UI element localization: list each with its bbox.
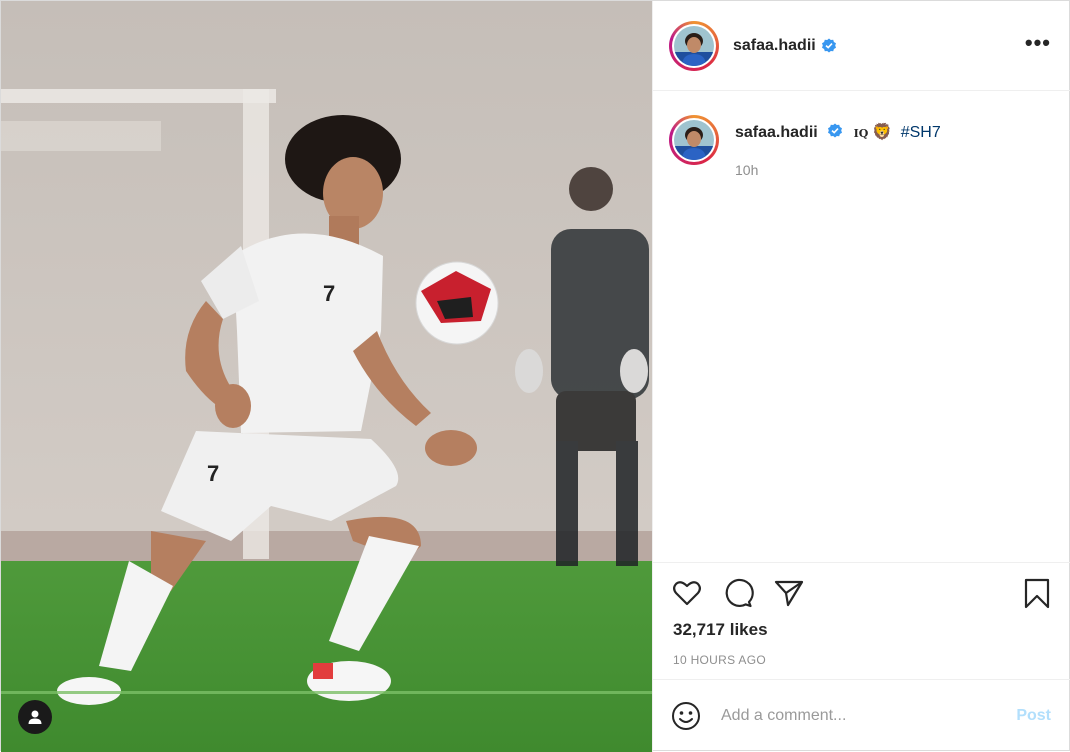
caption-hashtag[interactable]: #SH7 xyxy=(901,124,941,141)
caption-avatar xyxy=(674,120,714,160)
comment-input[interactable] xyxy=(719,706,1017,726)
post-timestamp: 10 HOURS AGO xyxy=(673,653,766,667)
post-comment-button[interactable]: Post xyxy=(1016,707,1051,725)
post-photo[interactable]: 7 7 xyxy=(1,1,652,752)
caption-verified-badge-icon xyxy=(827,123,843,139)
caption-time: 10h xyxy=(735,162,759,178)
caption-body: safaa.hadii IQ 🦁 #SH7 10h xyxy=(735,123,941,179)
share-icon[interactable] xyxy=(773,577,805,609)
verified-badge-icon xyxy=(821,38,837,54)
more-options-icon[interactable]: ••• xyxy=(1025,32,1051,54)
avatar xyxy=(674,25,714,66)
post-photo-art: 7 7 xyxy=(1,1,652,752)
action-icons xyxy=(653,563,1070,625)
post-container: 7 7 safaa.hadii ••• safaa.hadii IQ 🦁 #SH… xyxy=(0,0,1070,752)
user-tag-icon[interactable] xyxy=(18,700,52,734)
likes-count[interactable]: 32,717 likes xyxy=(673,620,768,640)
post-sidebar: safaa.hadii ••• safaa.hadii IQ 🦁 #SH7 10… xyxy=(652,1,1070,752)
svg-text:7: 7 xyxy=(207,461,219,486)
avatar-ring[interactable] xyxy=(669,20,719,71)
caption: safaa.hadii IQ 🦁 #SH7 10h xyxy=(669,115,1055,179)
heart-icon[interactable] xyxy=(671,577,703,609)
actions-area: 32,717 likes 10 HOURS AGO xyxy=(653,562,1070,667)
header-username[interactable]: safaa.hadii xyxy=(733,37,816,55)
caption-flag-text: IQ xyxy=(853,127,869,140)
caption-username[interactable]: safaa.hadii xyxy=(735,124,818,141)
comment-icon[interactable] xyxy=(722,577,754,609)
bookmark-icon[interactable] xyxy=(1021,577,1053,609)
svg-text:7: 7 xyxy=(323,281,335,306)
post-header: safaa.hadii ••• xyxy=(653,1,1070,91)
caption-avatar-ring[interactable] xyxy=(669,115,719,165)
emoji-icon[interactable] xyxy=(671,701,701,731)
comment-bar: Post xyxy=(653,679,1070,752)
caption-emoji: 🦁 xyxy=(872,124,893,141)
user-tag-glyph xyxy=(28,710,42,724)
